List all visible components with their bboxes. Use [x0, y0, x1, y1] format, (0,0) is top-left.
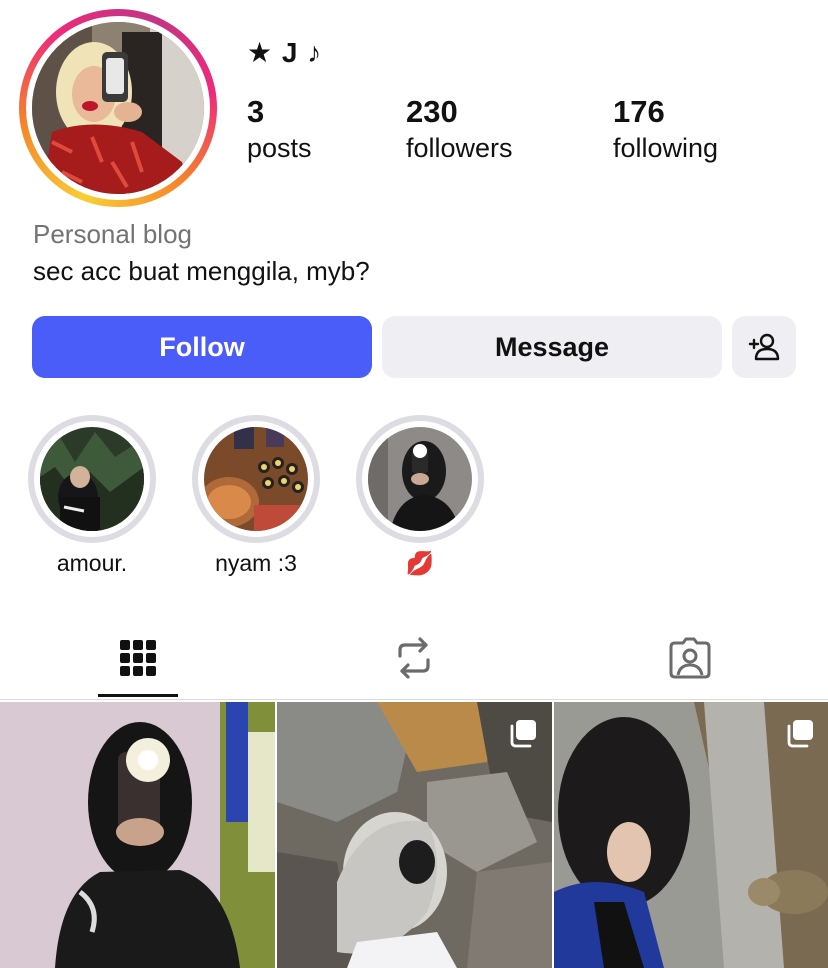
- highlight-cover: [204, 427, 308, 531]
- suggest-users-button[interactable]: [732, 316, 796, 378]
- highlight-item[interactable]: amour.: [28, 415, 156, 577]
- tab-posts-grid[interactable]: [0, 615, 276, 701]
- person-add-icon: [748, 333, 780, 361]
- following-count: 176: [613, 94, 665, 129]
- display-name: ★ J ♪: [247, 37, 323, 68]
- highlight-cover: [40, 427, 144, 531]
- post-thumbnail[interactable]: [0, 702, 275, 968]
- posts-label: posts: [247, 133, 312, 163]
- highlight-item[interactable]: 💋: [356, 415, 484, 577]
- highlight-cover: [368, 427, 472, 531]
- avatar-photo-illustration: [32, 22, 204, 194]
- highlight-ring: [192, 415, 320, 543]
- highlight-ring: [356, 415, 484, 543]
- highlight-label: nyam :3: [215, 550, 297, 576]
- followers-count: 230: [406, 94, 458, 129]
- profile-tabs: [0, 615, 828, 701]
- avatar: [32, 22, 204, 194]
- highlight-ring: [28, 415, 156, 543]
- following-stat[interactable]: 176 following: [613, 93, 718, 165]
- tab-divider: [0, 699, 828, 700]
- reposts-icon: [398, 637, 430, 679]
- post-thumbnail[interactable]: [277, 702, 552, 968]
- followers-stat[interactable]: 230 followers: [406, 93, 513, 165]
- multiple-photos-icon: [510, 720, 536, 748]
- profile-category: Personal blog: [33, 219, 192, 249]
- followers-label: followers: [406, 133, 513, 163]
- multiple-photos-icon: [787, 720, 813, 748]
- profile-bio: sec acc buat menggila, myb?: [33, 256, 370, 286]
- following-label: following: [613, 133, 719, 163]
- profile-avatar-story-ring[interactable]: [19, 9, 217, 207]
- avatar-border: [26, 16, 210, 200]
- post-image: [0, 702, 275, 968]
- grid-icon: [120, 640, 156, 676]
- tagged-icon: [669, 637, 711, 679]
- tab-tagged[interactable]: [552, 615, 828, 701]
- posts-count: 3: [247, 94, 265, 129]
- tab-reposts[interactable]: [276, 615, 552, 701]
- follow-button[interactable]: Follow: [32, 316, 372, 378]
- highlight-item[interactable]: nyam :3: [192, 415, 320, 577]
- active-tab-indicator: [98, 694, 178, 697]
- posts-stat[interactable]: 3 posts: [247, 93, 312, 165]
- post-thumbnail[interactable]: [554, 702, 828, 968]
- highlight-label: amour.: [56, 550, 128, 576]
- highlight-label: 💋: [405, 550, 435, 576]
- message-button[interactable]: Message: [382, 316, 722, 378]
